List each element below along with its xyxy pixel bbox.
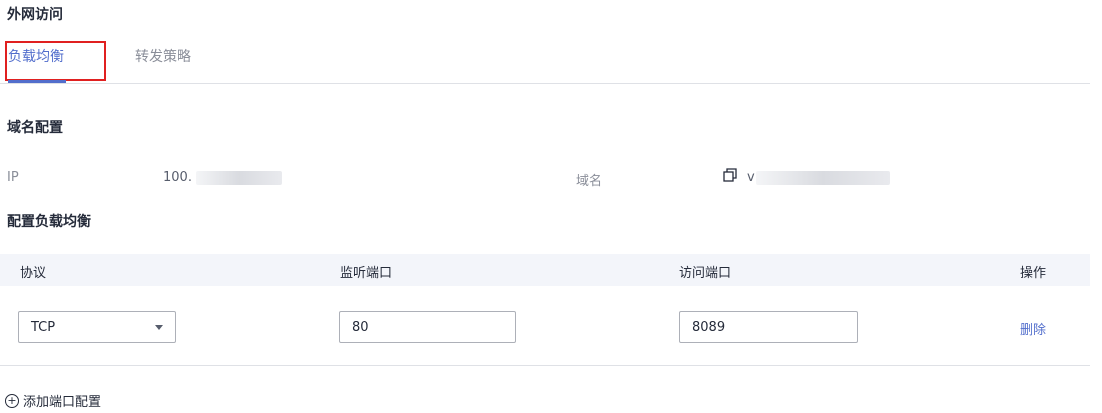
lb-config-title: 配置负载均衡 (7, 214, 91, 230)
ip-label: IP (7, 170, 19, 185)
protocol-select[interactable]: TCP (18, 311, 176, 343)
access-port-input[interactable]: 8089 (679, 311, 858, 343)
delete-link[interactable]: 删除 (1020, 319, 1046, 338)
listen-port-value: 80 (352, 319, 369, 335)
domain-redaction (756, 171, 890, 185)
ip-value: 100. (163, 170, 192, 185)
add-port-config-button[interactable]: + 添加端口配置 (5, 391, 101, 410)
copy-icon[interactable] (722, 167, 738, 183)
chevron-down-icon (155, 324, 163, 330)
col-action: 操作 (1020, 266, 1047, 281)
access-port-value: 8089 (692, 319, 726, 335)
domain-label: 域名 (576, 174, 603, 189)
page-title: 外网访问 (7, 7, 63, 23)
row-divider (0, 365, 1090, 366)
col-access-port: 访问端口 (679, 266, 732, 281)
col-listen-port: 监听端口 (340, 266, 393, 281)
protocol-select-value: TCP (31, 319, 56, 335)
tab-divider (0, 83, 1090, 84)
add-port-config-label: 添加端口配置 (23, 395, 102, 410)
domain-config-title: 域名配置 (7, 120, 63, 136)
plus-circle-icon: + (5, 393, 19, 408)
ip-redaction (196, 171, 282, 185)
tab-forwarding-policy[interactable]: 转发策略 (135, 46, 191, 66)
tab-load-balancing[interactable]: 负载均衡 (8, 46, 64, 66)
table-header (0, 254, 1090, 286)
listen-port-input[interactable]: 80 (339, 311, 516, 343)
domain-value: v (747, 170, 755, 185)
col-protocol: 协议 (20, 266, 47, 281)
